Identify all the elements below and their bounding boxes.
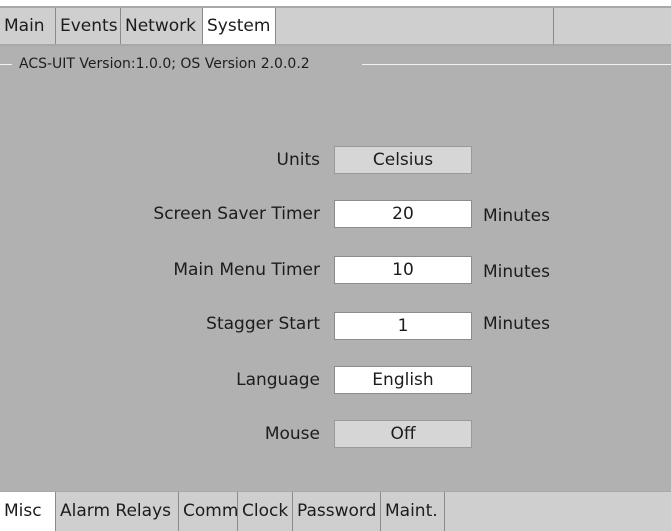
tab-comm[interactable]: Comm	[179, 492, 238, 531]
bottom-tab-bar: Misc Alarm Relays Comm Clock Password Ma…	[0, 491, 671, 531]
version-info: ACS-UIT Version:1.0.0; OS Version 2.0.0.…	[17, 55, 312, 73]
units-label: Units	[276, 150, 320, 170]
tab-alarm-relays[interactable]: Alarm Relays	[56, 492, 179, 531]
top-tab-bar: Main Events Network System	[0, 6, 671, 46]
system-settings-panel: ACS-UIT Version:1.0.0; OS Version 2.0.0.…	[0, 46, 671, 491]
mouse-button[interactable]: Off	[334, 420, 472, 448]
stagger-start-label: Stagger Start	[206, 314, 320, 334]
screen-saver-timer-label: Screen Saver Timer	[153, 204, 320, 224]
mouse-label: Mouse	[264, 424, 320, 444]
main-menu-timer-label: Main Menu Timer	[173, 260, 320, 280]
tab-system[interactable]: System	[203, 8, 276, 44]
main-menu-timer-field[interactable]: 10	[334, 256, 472, 284]
screen-saver-timer-field[interactable]: 20	[334, 200, 472, 228]
groupbox-border-left	[0, 64, 12, 65]
tab-clock[interactable]: Clock	[238, 492, 293, 531]
tab-bar-divider	[553, 8, 554, 44]
tab-maint[interactable]: Maint.	[381, 492, 445, 531]
tab-password[interactable]: Password	[293, 492, 381, 531]
tab-network[interactable]: Network	[121, 8, 203, 44]
tab-misc[interactable]: Misc	[0, 492, 56, 531]
tab-events[interactable]: Events	[56, 8, 121, 44]
units-button[interactable]: Celsius	[334, 146, 472, 174]
screen-saver-timer-unit: Minutes	[483, 206, 550, 226]
main-menu-timer-unit: Minutes	[483, 262, 550, 282]
language-field[interactable]: English	[334, 366, 472, 394]
groupbox-border-right	[362, 64, 671, 65]
language-label: Language	[236, 370, 320, 390]
stagger-start-unit: Minutes	[483, 314, 550, 334]
tab-main[interactable]: Main	[0, 8, 56, 44]
stagger-start-field[interactable]: 1	[334, 312, 472, 340]
